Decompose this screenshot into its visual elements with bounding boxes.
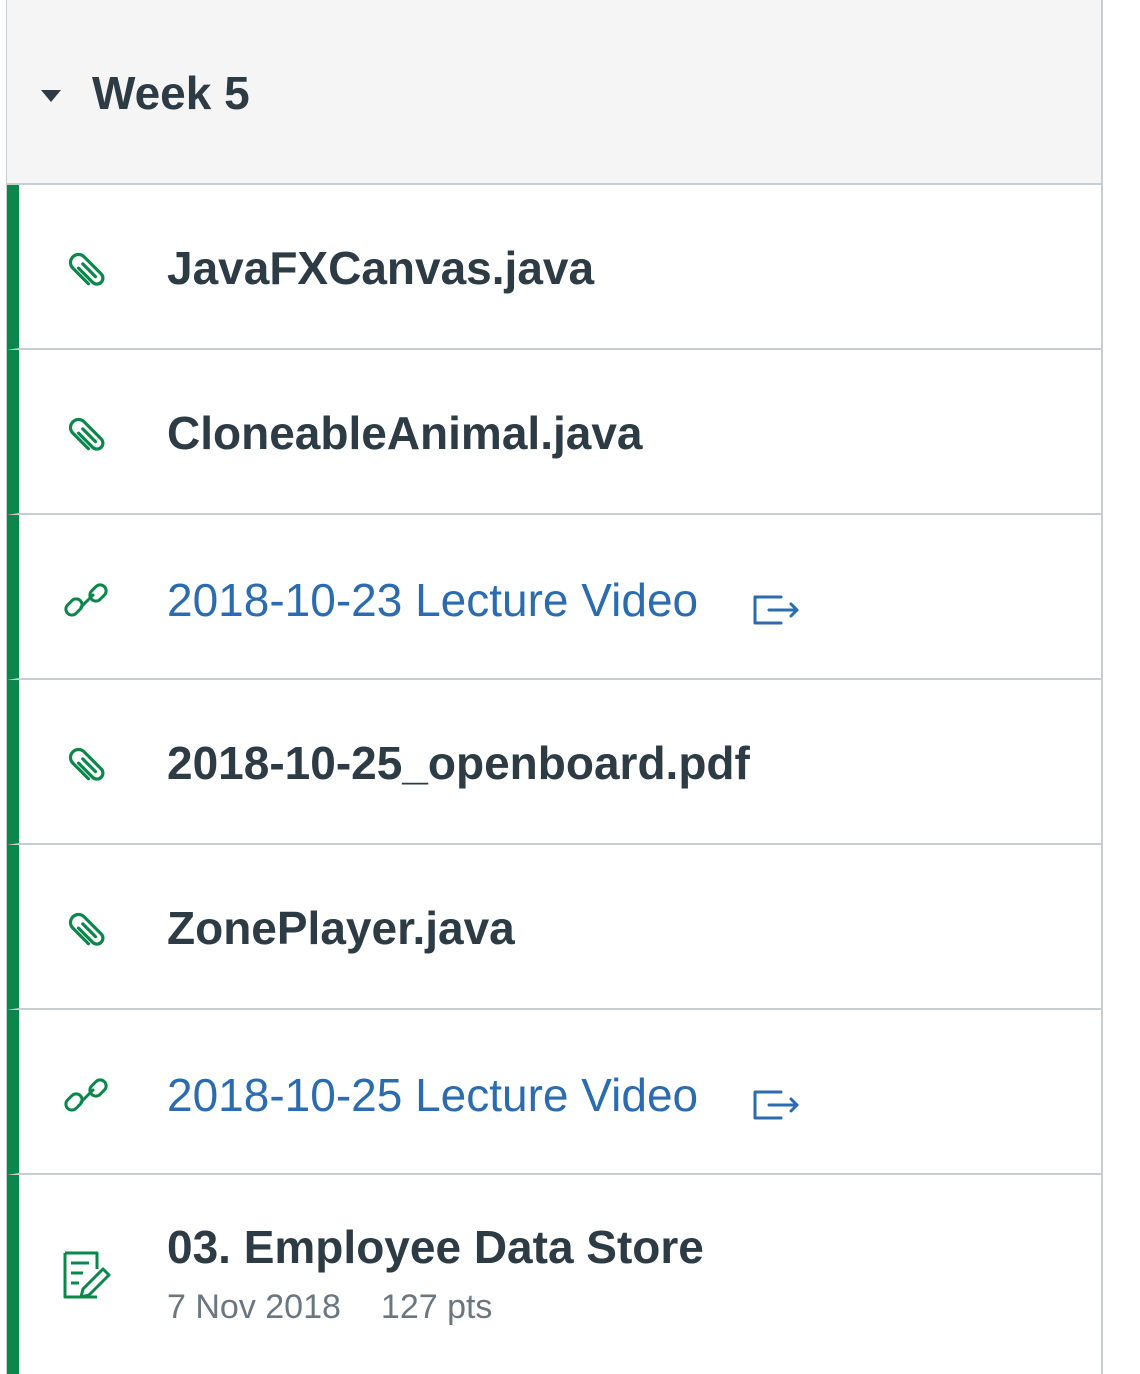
assignment-meta: 7 Nov 2018 127 pts [167, 1288, 492, 1327]
module-item[interactable]: 2018-10-23 Lecture Video [7, 515, 1101, 680]
module-item[interactable]: 2018-10-25 Lecture Video [7, 1010, 1101, 1175]
paperclip-icon [68, 417, 105, 451]
item-title[interactable]: ZonePlayer.java [167, 901, 515, 955]
module-item[interactable]: JavaFXCanvas.java [7, 185, 1101, 350]
module-items: JavaFXCanvas.java CloneableAnimal.java 2… [7, 185, 1101, 1374]
due-date: 7 Nov 2018 [167, 1288, 341, 1326]
module-item[interactable]: CloneableAnimal.java [7, 350, 1101, 515]
item-title[interactable]: 2018-10-25_openboard.pdf [167, 736, 750, 790]
module-header[interactable]: Week 5 [7, 0, 1101, 185]
item-link[interactable]: 2018-10-25 Lecture Video [167, 1068, 698, 1122]
module-title: Week 5 [92, 67, 250, 119]
paperclip-icon [68, 747, 105, 781]
item-title[interactable]: CloneableAnimal.java [167, 406, 643, 460]
external-link-icon[interactable] [751, 591, 801, 627]
external-link-icon[interactable] [751, 1086, 801, 1122]
module-item[interactable]: ZonePlayer.java [7, 845, 1101, 1010]
link-icon [64, 1078, 108, 1112]
caret-down-icon[interactable] [41, 90, 61, 102]
item-title[interactable]: JavaFXCanvas.java [167, 241, 594, 295]
link-icon [64, 583, 108, 617]
assignment-icon [63, 1251, 111, 1299]
module-item[interactable]: 03. Employee Data Store 7 Nov 2018 127 pt… [7, 1175, 1101, 1374]
item-link[interactable]: 2018-10-23 Lecture Video [167, 573, 698, 627]
points: 127 pts [380, 1288, 493, 1326]
module-item[interactable]: 2018-10-25_openboard.pdf [7, 680, 1101, 845]
paperclip-icon [68, 912, 105, 946]
assignment-title[interactable]: 03. Employee Data Store [167, 1220, 704, 1274]
module-week-5: Week 5 JavaFXCanvas.java CloneableAnimal… [6, 0, 1103, 1374]
paperclip-icon [68, 252, 105, 286]
